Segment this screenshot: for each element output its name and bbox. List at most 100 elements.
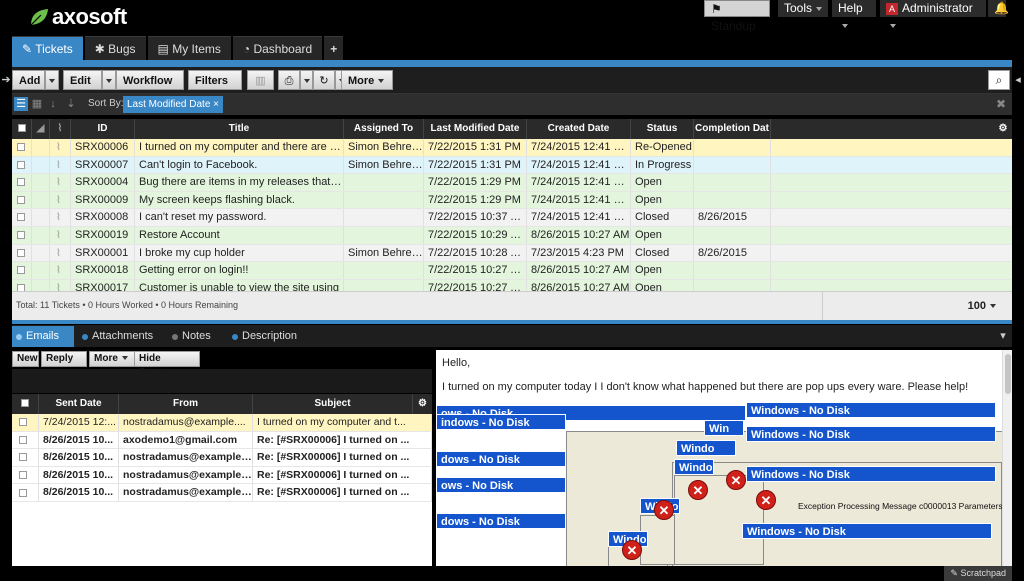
card-view-icon[interactable]: ▦ <box>30 97 44 111</box>
row-checkbox[interactable] <box>12 244 32 262</box>
table-row[interactable]: ⌇ SRX00019 Restore Account 7/22/2015 10:29 … <box>12 227 1012 245</box>
row-checkbox[interactable] <box>12 227 32 244</box>
gear-icon[interactable]: ⚙ <box>994 119 1012 139</box>
more-button[interactable]: More <box>341 70 393 90</box>
table-row[interactable]: ⌇ SRX00017 Customer is unable to view the … <box>12 279 1012 291</box>
edit-dropdown[interactable] <box>102 70 116 90</box>
table-row[interactable]: ⌇ SRX00006 I turned on my computer and the… <box>12 139 1012 157</box>
print-icon[interactable]: ⎙ <box>278 70 300 90</box>
email-row[interactable]: 8/26/2015 10... nostradamus@example.... Re… <box>12 466 432 485</box>
column-header-completion[interactable]: Completion Dat <box>694 119 771 139</box>
email-row[interactable]: 8/26/2015 10... nostradamus@example.... Re… <box>12 484 432 502</box>
column-header-title[interactable]: Title <box>135 119 344 139</box>
tab-dashboard[interactable]: ◔ Dashboard <box>232 36 323 60</box>
paperclip-icon[interactable]: ⌇ <box>50 156 71 174</box>
vertical-scrollbar[interactable] <box>1002 350 1012 566</box>
row-checkbox[interactable] <box>12 156 32 174</box>
email-more-button[interactable]: More <box>89 351 135 367</box>
paperclip-icon[interactable]: ⌇ <box>50 262 71 279</box>
help-menu[interactable]: Help <box>832 0 876 28</box>
tools-menu[interactable]: Tools <box>778 0 828 17</box>
row-checkbox[interactable] <box>12 466 39 484</box>
notifications-bell-icon[interactable]: 🔔 <box>988 0 1009 17</box>
tab-tickets[interactable]: ✎ Tickets <box>12 36 83 60</box>
column-header-sent-date[interactable]: Sent Date <box>39 394 119 414</box>
add-tab-button[interactable]: + <box>324 36 344 60</box>
select-all-emails-checkbox[interactable] <box>12 394 39 414</box>
reply-button[interactable]: Reply <box>41 351 87 375</box>
column-header-assigned[interactable]: Assigned To <box>344 119 424 139</box>
paperclip-icon[interactable]: ⌇ <box>50 244 71 262</box>
splitter[interactable] <box>12 320 1012 324</box>
scrollbar-thumb[interactable] <box>1005 354 1011 394</box>
tab-attachments[interactable]: Attachments <box>78 326 164 347</box>
row-checkbox[interactable] <box>12 262 32 279</box>
paperclip-icon[interactable]: ⌇ <box>50 174 71 191</box>
paperclip-icon[interactable]: ⌇ <box>50 191 71 209</box>
error-icon: ✕ <box>654 500 674 520</box>
collapse-right-arrow-icon[interactable]: ◂ <box>1012 70 1024 90</box>
tab-my-items[interactable]: ▤ My Items <box>147 36 231 60</box>
row-checkbox[interactable] <box>12 174 32 191</box>
column-header-subject[interactable]: Subject <box>253 394 413 414</box>
table-row[interactable]: ⌇ SRX00001 I broke my cup holder Simon Behr… <box>12 244 1012 263</box>
user-menu[interactable]: A Administrator <box>880 0 986 28</box>
column-header-created[interactable]: Created Date <box>527 119 631 139</box>
table-row[interactable]: ⌇ SRX00004 Bug there are items in my relea… <box>12 174 1012 192</box>
attachment-column-icon[interactable]: ⌇ <box>50 119 71 139</box>
tab-bugs[interactable]: ✱ Bugs <box>84 36 146 60</box>
row-checkbox[interactable] <box>12 279 32 291</box>
paperclip-icon[interactable]: ⌇ <box>50 139 71 156</box>
priority-column-icon[interactable]: ◢ <box>32 119 50 139</box>
paperclip-icon[interactable]: ⌇ <box>50 279 71 291</box>
email-row[interactable]: 8/26/2015 10... axodemo1@gmail.com Re: [#S… <box>12 431 432 450</box>
table-row[interactable]: ⌇ SRX00009 My screen keeps flashing black.… <box>12 191 1012 210</box>
workflow-button[interactable]: Workflow <box>116 70 184 104</box>
column-header-modified[interactable]: Last Modified Date <box>424 119 527 139</box>
sort-down-icon[interactable]: ↓ <box>46 97 60 111</box>
search-icon[interactable]: ⌕ <box>988 70 1010 90</box>
add-dropdown[interactable] <box>45 70 59 90</box>
sort-remove-icon[interactable]: × <box>213 99 219 110</box>
hide-preview-button[interactable]: Hide Preview <box>134 351 200 378</box>
table-row[interactable]: ⌇ SRX00007 Can't login to Facebook. Simon B… <box>12 156 1012 175</box>
paperclip-icon[interactable]: ⌇ <box>50 227 71 244</box>
email-row[interactable]: 7/24/2015 12:... nostradamus@example.... I… <box>12 414 432 432</box>
row-checkbox[interactable] <box>12 414 39 431</box>
paperclip-icon[interactable]: ⌇ <box>50 209 71 226</box>
column-header-from[interactable]: From <box>119 394 253 414</box>
gear-icon[interactable]: ⚙ <box>413 394 432 414</box>
chart-icon[interactable]: ▥ <box>247 70 274 90</box>
email-row[interactable]: 8/26/2015 10... nostradamus@example.... Re… <box>12 449 432 467</box>
list-view-icon[interactable]: ☰ <box>14 97 28 111</box>
filters-button[interactable]: Filters <box>188 70 242 104</box>
new-email-button[interactable]: New <box>12 351 39 367</box>
column-header-status[interactable]: Status <box>631 119 694 139</box>
sort-tag[interactable]: Last Modified Date × <box>123 96 224 113</box>
row-checkbox[interactable] <box>12 139 32 156</box>
brand-logo[interactable]: axosoft <box>28 3 127 31</box>
table-row[interactable]: ⌇ SRX00008 I can't reset my password. 7/22/… <box>12 209 1012 227</box>
standup-button[interactable]: ⚑ Standup <box>704 0 770 33</box>
row-checkbox[interactable] <box>12 449 39 466</box>
row-checkbox[interactable] <box>12 209 32 226</box>
row-checkbox[interactable] <box>12 484 39 501</box>
close-icon[interactable]: ✖ <box>996 97 1006 111</box>
tab-emails[interactable]: Emails <box>12 326 74 347</box>
expand-left-arrow-icon[interactable]: ➔ <box>0 70 12 90</box>
scratchpad-button[interactable]: ✎ Scratchpad <box>944 566 1012 581</box>
edit-button[interactable]: Edit <box>63 70 102 90</box>
select-all-checkbox[interactable] <box>12 119 32 139</box>
print-dropdown[interactable] <box>300 70 313 90</box>
row-checkbox[interactable] <box>12 191 32 209</box>
tab-notes[interactable]: Notes <box>168 326 224 347</box>
collapse-panel-icon[interactable]: ▾ <box>996 327 1010 345</box>
filter-sort-icon[interactable]: ⇣ <box>64 97 78 111</box>
row-checkbox[interactable] <box>12 431 39 449</box>
tab-description[interactable]: Description <box>228 326 314 347</box>
refresh-icon[interactable]: ↻ <box>313 70 335 90</box>
table-row[interactable]: ⌇ SRX00018 Getting error on login!! 7/22/20… <box>12 262 1012 280</box>
add-button[interactable]: Add <box>12 70 45 90</box>
page-size-select[interactable]: 100 <box>822 292 1012 321</box>
column-header-id[interactable]: ID <box>71 119 135 139</box>
